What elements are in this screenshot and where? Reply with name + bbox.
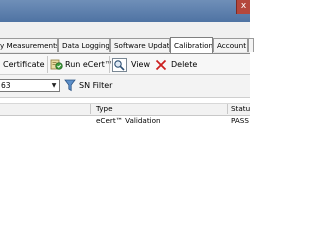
cell-status: PASS — [231, 116, 249, 125]
delete-x-icon — [155, 59, 167, 71]
column-divider — [90, 104, 91, 114]
device-select[interactable]: 63 ▼ — [0, 79, 60, 92]
tab-software-update[interactable]: Software Update — [110, 38, 170, 52]
view-label: View — [131, 60, 150, 69]
run-ecert-icon — [50, 58, 63, 71]
column-divider — [227, 104, 228, 114]
certificate-label: Certificate — [3, 60, 45, 69]
funnel-icon — [64, 79, 76, 92]
tab-overflow[interactable] — [248, 38, 254, 52]
delete-label: Delete — [171, 60, 198, 69]
certificate-button[interactable]: Certificate — [3, 57, 45, 73]
device-select-value: 63 — [1, 81, 11, 90]
column-header-status[interactable]: Statu — [231, 104, 250, 114]
column-header-type[interactable]: Type — [96, 104, 113, 114]
table-header — [0, 103, 250, 116]
magnifier-icon — [112, 58, 127, 72]
run-ecert-label: Run eCert™ — [65, 60, 113, 69]
toolbar-separator — [109, 56, 110, 73]
close-window-button[interactable]: x — [236, 0, 250, 14]
tab-measurements[interactable]: y Measurements — [0, 38, 58, 52]
toolbar-separator — [47, 56, 48, 73]
tab-calibration[interactable]: Calibration — [170, 37, 213, 53]
tab-account[interactable]: Account — [213, 38, 248, 52]
tab-data-logging[interactable]: Data Logging — [58, 38, 110, 52]
window-titlebar: x — [0, 0, 250, 22]
chevron-down-icon[interactable]: ▼ — [49, 80, 59, 91]
cell-type: eCert™ Validation — [96, 116, 161, 125]
sn-filter-label: SN Filter — [79, 81, 113, 90]
